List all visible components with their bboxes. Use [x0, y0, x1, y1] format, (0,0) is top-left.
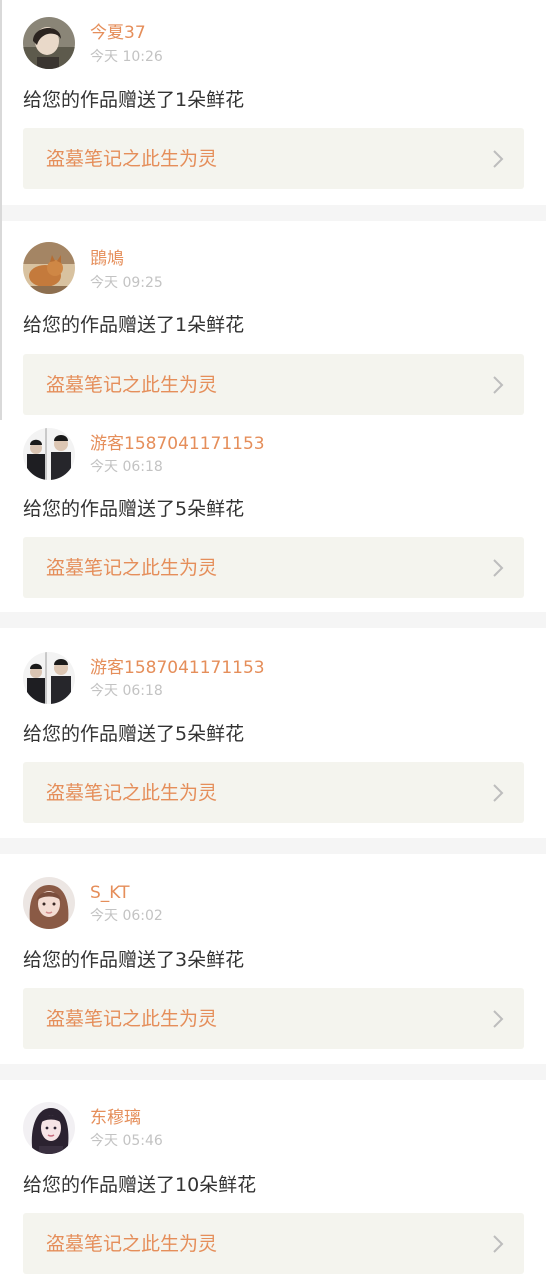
- work-title: 盗墓笔记之此生为灵: [46, 557, 218, 579]
- user-avatar[interactable]: [23, 652, 75, 704]
- username[interactable]: 今夏37: [90, 22, 146, 44]
- gift-message: 给您的作品赠送了3朵鲜花: [23, 949, 245, 971]
- user-avatar[interactable]: [23, 242, 75, 294]
- user-avatar[interactable]: [23, 428, 75, 480]
- chevron-right-icon: [493, 150, 504, 168]
- work-link[interactable]: 盗墓笔记之此生为灵: [23, 1213, 524, 1274]
- gift-message: 给您的作品赠送了5朵鲜花: [23, 723, 245, 745]
- work-link[interactable]: 盗墓笔记之此生为灵: [23, 988, 524, 1049]
- work-link[interactable]: 盗墓笔记之此生为灵: [23, 537, 524, 598]
- work-title: 盗墓笔记之此生为灵: [46, 1008, 218, 1030]
- cat-photo-avatar-icon: [23, 242, 75, 294]
- gift-message: 给您的作品赠送了1朵鲜花: [23, 314, 245, 336]
- username[interactable]: 东穆璃: [90, 1107, 141, 1129]
- gift-notification-feed: 今夏37 今天 10:26 给您的作品赠送了1朵鲜花 盗墓笔记之此生为灵 鵾鳩 …: [0, 0, 546, 1280]
- username[interactable]: 鵾鳩: [90, 248, 124, 270]
- notification-card: 游客1587041171153 今天 06:18 给您的作品赠送了5朵鲜花 盗墓…: [0, 416, 546, 612]
- timestamp: 今天 06:02: [90, 908, 163, 924]
- work-title: 盗墓笔记之此生为灵: [46, 148, 218, 170]
- notification-card: 游客1587041171153 今天 06:18 给您的作品赠送了5朵鲜花 盗墓…: [0, 628, 546, 838]
- left-edge-divider: [0, 0, 2, 420]
- timestamp: 今天 10:26: [90, 49, 163, 65]
- gift-message: 给您的作品赠送了10朵鲜花: [23, 1174, 257, 1196]
- gift-message: 给您的作品赠送了1朵鲜花: [23, 89, 245, 111]
- chevron-right-icon: [493, 1010, 504, 1028]
- two-men-in-suits-avatar-icon: [23, 652, 75, 704]
- work-link[interactable]: 盗墓笔记之此生为灵: [23, 354, 524, 415]
- chevron-right-icon: [493, 559, 504, 577]
- chevron-right-icon: [493, 376, 504, 394]
- timestamp: 今天 05:46: [90, 1133, 163, 1149]
- woman-portrait-avatar-icon: [23, 1102, 75, 1154]
- notification-card: 东穆璃 今天 05:46 给您的作品赠送了10朵鲜花 盗墓笔记之此生为灵: [0, 1080, 546, 1280]
- notification-card: 鵾鳩 今天 09:25 给您的作品赠送了1朵鲜花 盗墓笔记之此生为灵: [0, 221, 546, 416]
- chevron-right-icon: [493, 1235, 504, 1253]
- chevron-right-icon: [493, 784, 504, 802]
- timestamp: 今天 09:25: [90, 275, 163, 291]
- work-link[interactable]: 盗墓笔记之此生为灵: [23, 128, 524, 189]
- user-avatar[interactable]: [23, 1102, 75, 1154]
- username[interactable]: 游客1587041171153: [90, 433, 265, 455]
- notification-card: S_KT 今天 06:02 给您的作品赠送了3朵鲜花 盗墓笔记之此生为灵: [0, 854, 546, 1064]
- work-link[interactable]: 盗墓笔记之此生为灵: [23, 762, 524, 823]
- timestamp: 今天 06:18: [90, 683, 163, 699]
- work-title: 盗墓笔记之此生为灵: [46, 782, 218, 804]
- username[interactable]: S_KT: [90, 882, 130, 904]
- girl-portrait-avatar-icon: [23, 877, 75, 929]
- user-avatar[interactable]: [23, 877, 75, 929]
- timestamp: 今天 06:18: [90, 459, 163, 475]
- gift-message: 给您的作品赠送了5朵鲜花: [23, 498, 245, 520]
- portrait-dark-hair-avatar-icon: [23, 17, 75, 69]
- work-title: 盗墓笔记之此生为灵: [46, 1233, 218, 1255]
- user-avatar[interactable]: [23, 17, 75, 69]
- work-title: 盗墓笔记之此生为灵: [46, 374, 218, 396]
- two-men-in-suits-avatar-icon: [23, 428, 75, 480]
- username[interactable]: 游客1587041171153: [90, 657, 265, 679]
- notification-card: 今夏37 今天 10:26 给您的作品赠送了1朵鲜花 盗墓笔记之此生为灵: [0, 0, 546, 205]
